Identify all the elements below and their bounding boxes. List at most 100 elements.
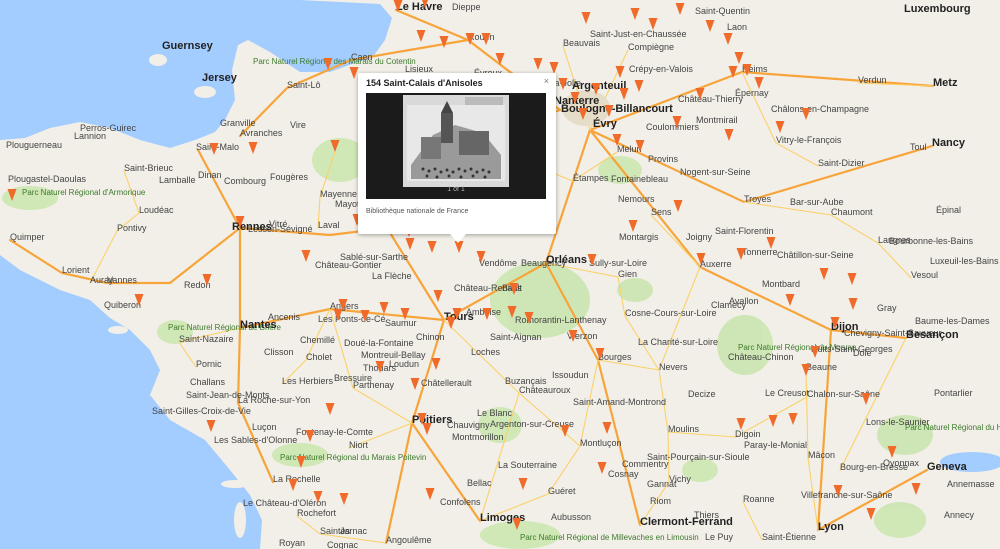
map-label: Saint-Amand-Montrond xyxy=(573,397,666,407)
map-label: Lorient xyxy=(62,265,90,275)
image-credit: Bibliothèque nationale de France xyxy=(366,208,469,215)
map-label: Gannat xyxy=(647,479,677,489)
map-label: Caen xyxy=(351,52,373,62)
map-label: Challans xyxy=(190,377,226,387)
map-label: Combourg xyxy=(224,176,266,186)
map-label: Dole xyxy=(853,348,872,358)
map-label: Rochefort xyxy=(297,508,337,518)
map-label: Châtellerault xyxy=(421,378,472,388)
island-guernsey xyxy=(149,54,167,66)
map-label: Le Havre xyxy=(396,1,442,13)
map-label: Les Ponts-de-Cé xyxy=(318,314,386,324)
map-label: Plouguerneau xyxy=(6,140,62,150)
map-label: Château-Thierry xyxy=(678,94,744,104)
map-label: Saint-Just-en-Chaussée xyxy=(590,29,687,39)
map-label: Montmirail xyxy=(696,115,738,125)
popup-photo[interactable]: 1 of 1 xyxy=(366,93,546,199)
map-label: Chinon xyxy=(416,332,445,342)
map-label: Châlons-en-Champagne xyxy=(771,104,869,114)
map-label: Loudéac xyxy=(139,205,174,215)
map-label: Granville xyxy=(220,118,256,128)
map-label: Sens xyxy=(651,207,672,217)
map-label: Lons-le-Saunier xyxy=(866,417,930,427)
map-label: Oyonnax xyxy=(883,458,920,468)
map-label: Buzançais xyxy=(505,376,547,386)
map-label: Nogent-sur-Seine xyxy=(680,167,751,177)
map-label: Mayenne xyxy=(320,189,357,199)
map-label: Saint-Gilles-Croix-de-Vie xyxy=(152,406,251,416)
map-label: Chauvigny xyxy=(447,420,490,430)
map-label: Laon xyxy=(727,22,747,32)
map-label: Vendôme xyxy=(479,258,517,268)
map-label: Gien xyxy=(618,269,637,279)
map-label: Luxembourg xyxy=(904,3,971,15)
map-label: Nemours xyxy=(618,194,655,204)
close-icon[interactable]: × xyxy=(544,76,549,86)
map-label: Chaumont xyxy=(831,207,873,217)
map-label: Beaune xyxy=(806,362,837,372)
map-label: Cognac xyxy=(327,540,359,549)
map-label: Quimper xyxy=(10,232,45,242)
map-label: Montbard xyxy=(762,279,800,289)
map-label: Nantes xyxy=(240,319,277,331)
map-label: Saumur xyxy=(385,318,417,328)
map-label: Château-Chinon xyxy=(728,352,794,362)
map-label: Auxerre xyxy=(700,259,732,269)
map-label: Bourbonne-les-Bains xyxy=(889,236,974,246)
map-label: Joigny xyxy=(686,232,713,242)
map-label: Troyes xyxy=(744,194,772,204)
map-label: Niort xyxy=(349,440,369,450)
map-label: Nancy xyxy=(932,137,966,149)
map-label: Orléans xyxy=(546,254,587,266)
map-label: Compiègne xyxy=(628,42,674,52)
map-label: Chemillé xyxy=(300,335,335,345)
map-label: Saint-Pourçain-sur-Sioule xyxy=(647,452,750,462)
map-label: Châtillon-sur-Seine xyxy=(777,250,854,260)
map-label: Guéret xyxy=(548,486,576,496)
map-label: La Charité-sur-Loire xyxy=(638,337,718,347)
map-label: Avranches xyxy=(240,128,283,138)
island-re xyxy=(221,480,249,488)
map-label: Lamballe xyxy=(159,175,196,185)
map-label: Saint-Nazaire xyxy=(179,334,234,344)
map-label: Vesoul xyxy=(911,270,938,280)
map-label: Château-Gontier xyxy=(315,260,382,270)
map-label: Geneva xyxy=(927,461,968,473)
map-label: Vire xyxy=(290,120,306,130)
map-label: Les Herbiers xyxy=(282,376,334,386)
map-label: Châteauroux xyxy=(519,385,571,395)
map-label: Pontarlier xyxy=(934,388,973,398)
map-label: Issoudun xyxy=(552,370,589,380)
map-label: Saint-Florentin xyxy=(715,226,774,236)
postcard-image xyxy=(403,95,509,187)
map-label: Lyon xyxy=(818,521,844,533)
map-label: Aubusson xyxy=(551,512,591,522)
map-label: Saint-Dizier xyxy=(818,158,865,168)
map-label: Royan xyxy=(279,538,305,548)
map-label: Mâcon xyxy=(808,450,835,460)
popup-title: 154 Saint-Calais d'Anisoles xyxy=(366,78,483,88)
map-label: Villefranche-sur-Saône xyxy=(801,490,892,500)
map-label: Parc Naturel Régional de Millevaches en … xyxy=(520,533,699,542)
map-label: Toul xyxy=(910,142,927,152)
map-label: Jersey xyxy=(202,72,238,84)
map-label: Clermont-Ferrand xyxy=(640,516,733,528)
map-label: Boulogne-Billancourt xyxy=(561,103,673,115)
map-label: Fontainebleau xyxy=(611,174,668,184)
map-label: Gray xyxy=(877,303,897,313)
island-jersey xyxy=(194,86,216,98)
map-label: Angoulême xyxy=(386,535,432,545)
map-label: Cholet xyxy=(306,352,333,362)
map-label: Sully-sur-Loire xyxy=(589,258,647,268)
map-label: Bar-sur-Aube xyxy=(790,197,844,207)
map-label: Rennes xyxy=(232,221,272,233)
map-label: Saint-Brieuc xyxy=(124,163,174,173)
map-label: Dieppe xyxy=(452,2,481,12)
map-label: Verdun xyxy=(858,75,887,85)
map-label: Saint-Quentin xyxy=(695,6,750,16)
map-label: Saint-Lô xyxy=(287,80,321,90)
map-label: Doué-la-Fontaine xyxy=(344,338,414,348)
map-label: La Souterraine xyxy=(498,460,557,470)
map-label: Digoin xyxy=(735,429,761,439)
map-label: Fougères xyxy=(270,172,309,182)
